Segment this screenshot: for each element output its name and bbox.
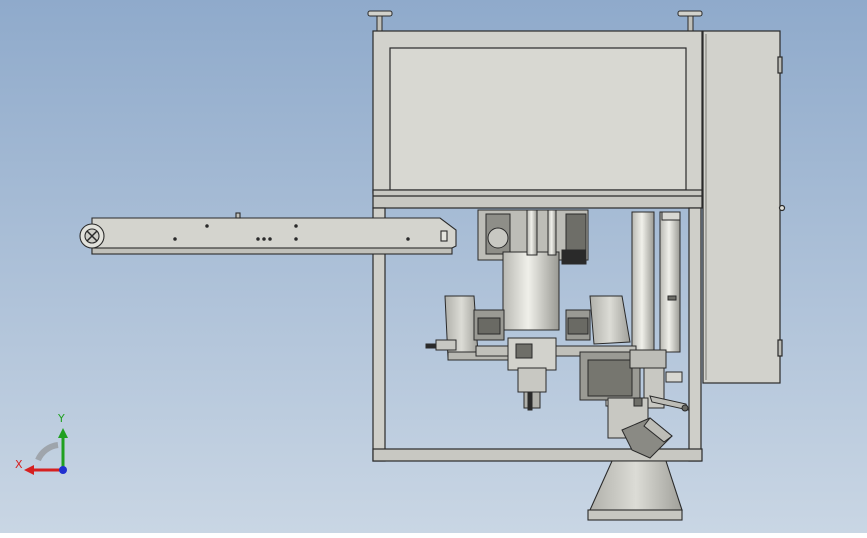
cabinet-hinge-top [777,56,783,74]
x-axis-label: X [15,458,23,471]
upper-cabinet-panel [389,47,687,191]
conveyor-belt [79,212,457,255]
frame-top-beam [372,189,703,209]
electrical-cabinet [702,30,786,384]
main-cylinder [502,251,560,331]
cabinet-hinge-bottom [777,339,783,357]
frame-right-leg [688,207,702,462]
cabinet-latch [778,204,786,212]
z-axis-origin [59,466,67,474]
y-axis-label: Y [58,412,65,425]
cad-drawing [0,0,867,533]
cad-viewport[interactable]: X Y [0,0,867,533]
